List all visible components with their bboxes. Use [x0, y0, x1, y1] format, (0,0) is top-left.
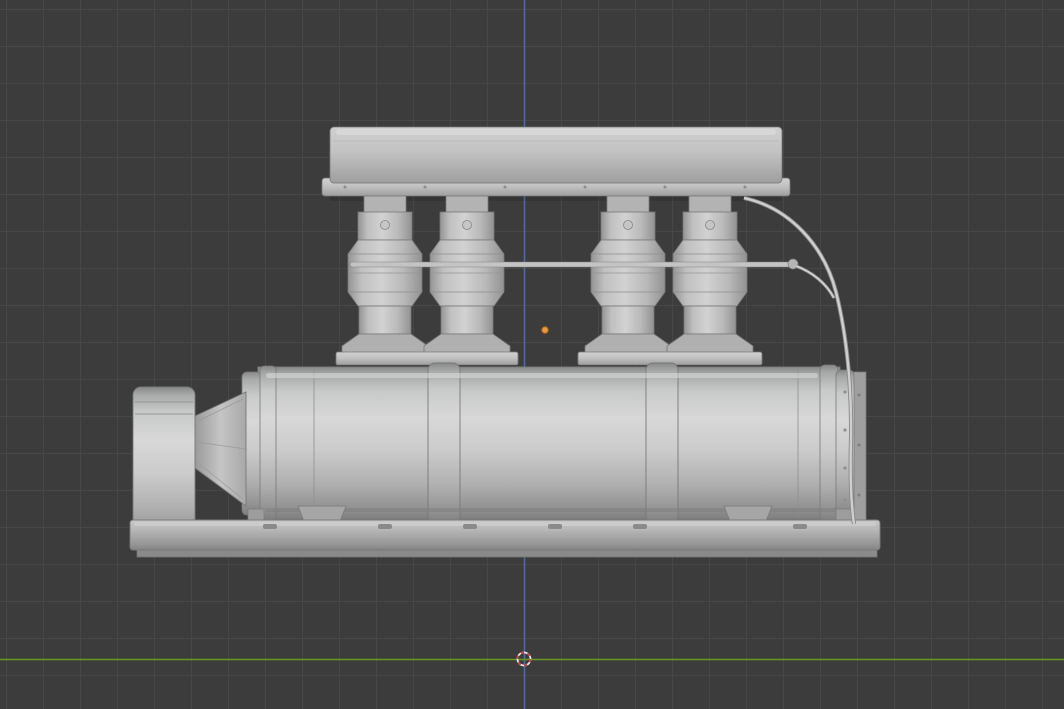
- model-supercharger[interactable]: [129, 126, 881, 558]
- injector-stack-1[interactable]: [341, 195, 429, 355]
- blender-3d-viewport[interactable]: [0, 0, 1064, 709]
- injector-stack-3[interactable]: [584, 195, 672, 355]
- injector-stack-2[interactable]: [423, 195, 511, 355]
- viewport-scene: [0, 0, 1064, 709]
- base-plate[interactable]: [129, 519, 881, 558]
- manifold-plate[interactable]: [335, 351, 763, 368]
- object-origin[interactable]: [541, 326, 549, 334]
- injector-stack-4[interactable]: [666, 195, 754, 355]
- scoop-top-plate[interactable]: [321, 126, 791, 201]
